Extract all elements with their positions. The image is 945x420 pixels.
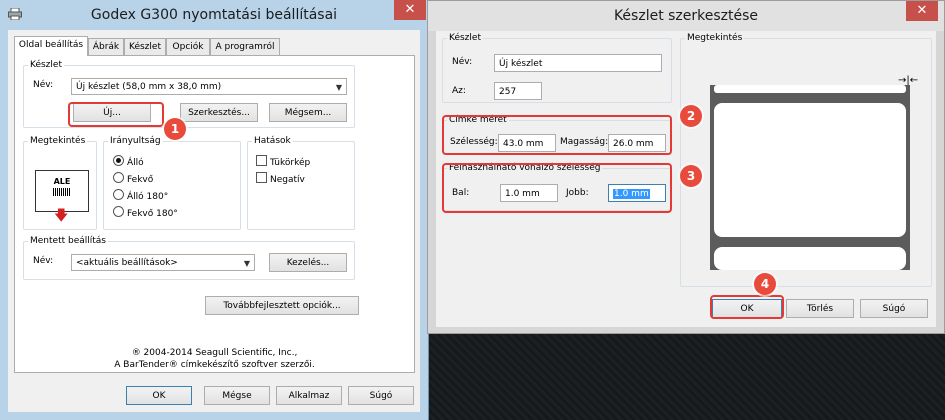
negative-label: Negatív	[270, 175, 305, 185]
stock-id-field[interactable]: 257	[494, 82, 542, 100]
preview-card-text: ALE	[53, 177, 71, 186]
mirror-checkbox[interactable]: Tükörkép	[256, 155, 310, 168]
barcode-icon	[53, 188, 71, 196]
negative-checkbox[interactable]: Negatív	[256, 172, 305, 185]
checkbox-icon	[256, 155, 267, 166]
cancel-stock-button[interactable]: Mégsem...	[269, 103, 347, 122]
stock-name-label: Név:	[452, 57, 473, 67]
stock-group-legend: Készlet	[30, 60, 62, 70]
chevron-down-icon: ▼	[335, 83, 342, 92]
chevron-down-icon: ▼	[243, 259, 250, 268]
radio-selected-icon	[113, 155, 124, 166]
copyright-line-1: ® 2004-2014 Seagull Scientific, Inc.,	[131, 348, 298, 358]
stock-name-field[interactable]: Új készlet	[494, 54, 662, 72]
window-title: Készlet szerkesztése	[613, 8, 759, 24]
help-button[interactable]: Súgó	[348, 386, 414, 405]
title-bar: Godex G300 nyomtatási beállításai ✕	[0, 0, 428, 30]
manage-button[interactable]: Kezelés...	[269, 253, 347, 272]
radio-icon	[113, 189, 124, 200]
radio-icon	[113, 206, 124, 217]
tab-page-setup[interactable]: Oldal beállítás	[14, 36, 88, 56]
copyright-line-2: A BarTender® címkekészítő szoftver szerz…	[114, 360, 315, 370]
close-button[interactable]: ✕	[906, 1, 938, 21]
orientation-portrait-radio[interactable]: Álló	[113, 155, 144, 168]
feed-direction-arrow-icon: 🡇	[54, 208, 69, 224]
saved-name-label: Név:	[33, 256, 54, 266]
delete-button[interactable]: Törlés	[786, 299, 854, 318]
dialog-client: Oldal beállítás Ábrák Készlet Opciók A p…	[8, 30, 420, 412]
stock-name-value: Új készlet (58,0 mm x 38,0 mm)	[76, 82, 222, 92]
saved-settings-legend: Mentett beállítás	[30, 236, 106, 246]
label-preview-card: ALE	[35, 170, 89, 212]
edit-stock-button[interactable]: Szerkesztés...	[180, 103, 258, 122]
highlight-new-button	[68, 102, 164, 127]
callout-badge-3: 3	[680, 165, 702, 187]
effects-group-legend: Hatások	[254, 136, 291, 146]
help-button[interactable]: Súgó	[860, 299, 928, 318]
advanced-options-button[interactable]: Továbbfejlesztett opciók...	[205, 296, 359, 315]
tab-graphics[interactable]: Ábrák	[88, 38, 124, 55]
close-button[interactable]: ✕	[394, 0, 426, 20]
mirror-label: Tükörkép	[270, 158, 311, 168]
tab-about[interactable]: A programról	[210, 38, 280, 55]
stock-id-label: Az:	[452, 86, 466, 96]
orientation-portrait-label: Álló	[127, 158, 144, 168]
resize-handle-icon[interactable]: →|←	[898, 75, 918, 86]
orientation-landscape-180-label: Fekvő 180°	[127, 209, 178, 219]
radio-icon	[113, 172, 124, 183]
tab-options[interactable]: Opciók	[166, 38, 210, 55]
stock-name-label: Név:	[33, 80, 54, 90]
printer-settings-window: Godex G300 nyomtatási beállításai ✕ Olda…	[0, 0, 429, 420]
orientation-landscape-label: Fekvő	[127, 175, 154, 185]
highlight-margin	[442, 163, 672, 213]
orientation-portrait-180-label: Álló 180°	[127, 192, 169, 202]
saved-settings-select[interactable]: <aktuális beállítások> ▼	[71, 254, 255, 271]
stock-group-legend: Készlet	[449, 33, 481, 43]
ok-button[interactable]: OK	[126, 386, 192, 405]
callout-badge-1: 1	[164, 118, 186, 140]
window-title: Godex G300 nyomtatási beállításai	[90, 7, 338, 23]
highlight-label-size	[442, 115, 672, 155]
stock-name-select[interactable]: Új készlet (58,0 mm x 38,0 mm) ▼	[71, 78, 347, 95]
checkbox-icon	[256, 172, 267, 183]
cancel-button[interactable]: Mégse	[204, 386, 270, 405]
title-bar: Készlet szerkesztése ✕	[428, 1, 944, 31]
label-roll-preview	[710, 85, 910, 270]
edit-stock-window: Készlet szerkesztése ✕ Készlet Név: Új k…	[427, 0, 945, 334]
orientation-landscape-radio[interactable]: Fekvő	[113, 172, 153, 185]
callout-badge-4: 4	[754, 273, 776, 295]
callout-badge-2: 2	[680, 105, 702, 127]
saved-settings-value: <aktuális beállítások>	[76, 258, 178, 268]
preview-group-legend: Megtekintés	[687, 33, 743, 43]
orientation-group-legend: Irányultság	[110, 136, 161, 146]
highlight-ok-button	[710, 295, 784, 319]
preview-group-legend: Megtekintés	[30, 136, 86, 146]
tab-stock[interactable]: Készlet	[124, 38, 166, 55]
orientation-portrait-180-radio[interactable]: Álló 180°	[113, 189, 168, 202]
orientation-landscape-180-radio[interactable]: Fekvő 180°	[113, 206, 178, 219]
apply-button[interactable]: Alkalmaz	[276, 386, 342, 405]
